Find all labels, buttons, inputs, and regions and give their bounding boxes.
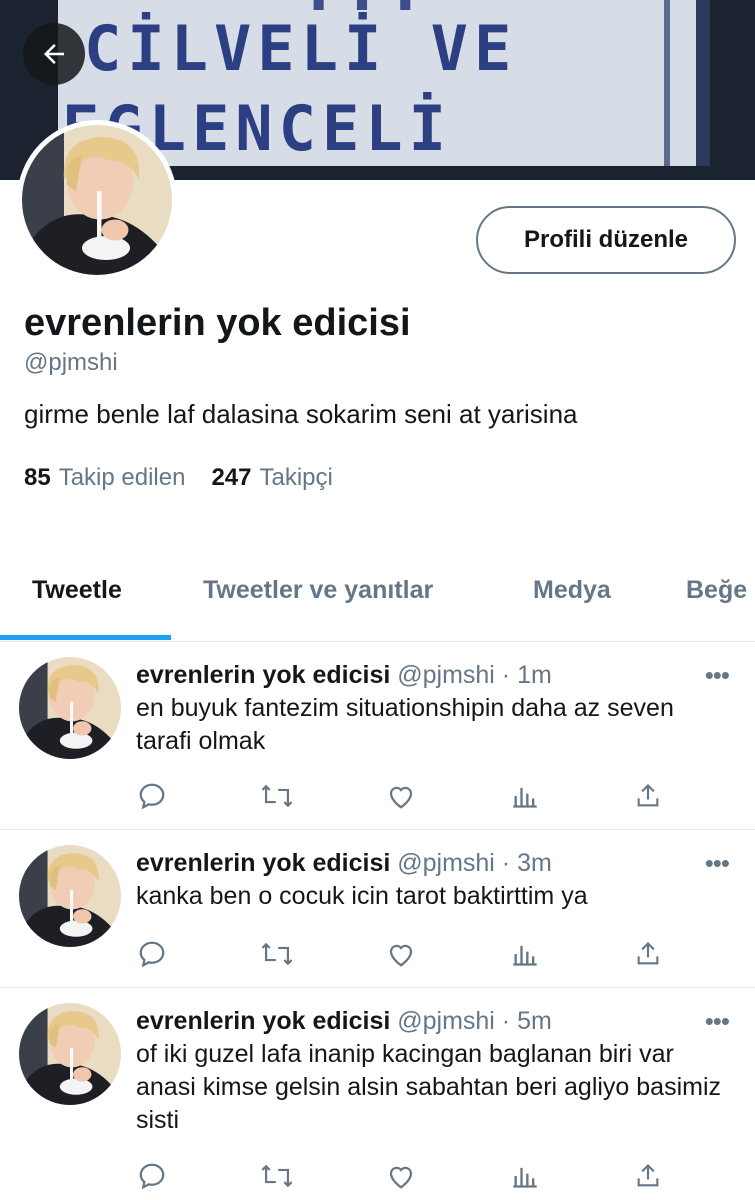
followers-stat[interactable]: 247 Takipçi xyxy=(211,464,332,492)
back-arrow-icon xyxy=(44,44,64,64)
tweet-actions xyxy=(0,1158,755,1198)
tweet-item[interactable]: evrenlerin yok edicisi @pjmshi · 1m ••• … xyxy=(0,642,755,830)
tweet-avatar[interactable] xyxy=(19,1003,121,1105)
tab-tweets[interactable]: Tweetle xyxy=(32,576,122,605)
more-icon[interactable]: ••• xyxy=(705,660,730,691)
followers-count: 247 xyxy=(211,464,252,491)
retweet-icon[interactable] xyxy=(259,936,295,972)
reply-icon[interactable] xyxy=(134,936,170,972)
retweet-icon[interactable] xyxy=(259,1158,295,1194)
back-button[interactable] xyxy=(23,23,85,85)
profile-avatar[interactable] xyxy=(17,120,177,280)
share-icon[interactable] xyxy=(630,1158,666,1194)
tweet-meta: @pjmshi · 3m xyxy=(390,849,552,877)
following-count: 85 xyxy=(24,464,51,491)
tab-media[interactable]: Medya xyxy=(533,576,611,605)
tweet-meta: @pjmshi · 5m xyxy=(390,1007,552,1035)
following-label: Takip edilen xyxy=(58,464,186,491)
tweet-author-name: evrenlerin yok edicisi xyxy=(136,1007,391,1035)
like-icon[interactable] xyxy=(383,778,419,814)
tweet-header: evrenlerin yok edicisi @pjmshi · 5m xyxy=(136,1007,552,1036)
analytics-icon[interactable] xyxy=(507,778,543,814)
profile-handle: @pjmshi xyxy=(24,349,118,376)
like-icon[interactable] xyxy=(383,936,419,972)
tweet-author-name: evrenlerin yok edicisi xyxy=(136,661,391,689)
tweet-header: evrenlerin yok edicisi @pjmshi · 3m xyxy=(136,849,552,878)
more-icon[interactable]: ••• xyxy=(705,848,730,879)
retweet-icon[interactable] xyxy=(259,778,295,814)
reply-icon[interactable] xyxy=(134,1158,170,1194)
profile-tabs: Tweetle Tweetler ve yanıtlar Medya Beğe xyxy=(0,556,755,642)
profile-stats: 85 Takip edilen 247 Takipçi xyxy=(24,464,333,492)
tweet-text: kanka ben o cocuk icin tarot baktirttim … xyxy=(136,882,588,910)
tweet-item[interactable]: evrenlerin yok edicisi @pjmshi · 5m ••• … xyxy=(0,988,755,1200)
followers-label: Takipçi xyxy=(259,464,333,491)
analytics-icon[interactable] xyxy=(507,936,543,972)
tweet-meta: @pjmshi · 1m xyxy=(390,661,552,689)
profile-display-name: evrenlerin yok edicisi xyxy=(24,302,411,344)
profile-bio: girme benle laf dalasina sokarim seni at… xyxy=(24,399,578,429)
tab-likes[interactable]: Beğe xyxy=(686,576,747,605)
share-icon[interactable] xyxy=(630,936,666,972)
tweet-avatar[interactable] xyxy=(19,845,121,947)
edit-profile-button[interactable]: Profili düzenle xyxy=(476,206,736,274)
active-tab-indicator xyxy=(0,635,171,640)
more-icon[interactable]: ••• xyxy=(705,1006,730,1037)
tweet-header: evrenlerin yok edicisi @pjmshi · 1m xyxy=(136,661,552,690)
following-stat[interactable]: 85 Takip edilen xyxy=(24,464,185,492)
tweet-avatar[interactable] xyxy=(19,657,121,759)
reply-icon[interactable] xyxy=(134,778,170,814)
tweet-text: en buyuk fantezim situationshipin daha a… xyxy=(136,694,674,755)
tweet-author-name: evrenlerin yok edicisi xyxy=(136,849,391,877)
tweet-actions xyxy=(0,936,755,976)
share-icon[interactable] xyxy=(630,778,666,814)
tweet-actions xyxy=(0,778,755,818)
tab-tweets-and-replies[interactable]: Tweetler ve yanıtlar xyxy=(203,576,433,605)
tweet-text: of iki guzel lafa inanip kacingan baglan… xyxy=(136,1040,722,1134)
tweet-item[interactable]: evrenlerin yok edicisi @pjmshi · 3m ••• … xyxy=(0,830,755,988)
analytics-icon[interactable] xyxy=(507,1158,543,1194)
banner-text-line1: CİLVELİ VE xyxy=(84,12,518,85)
like-icon[interactable] xyxy=(383,1158,419,1194)
